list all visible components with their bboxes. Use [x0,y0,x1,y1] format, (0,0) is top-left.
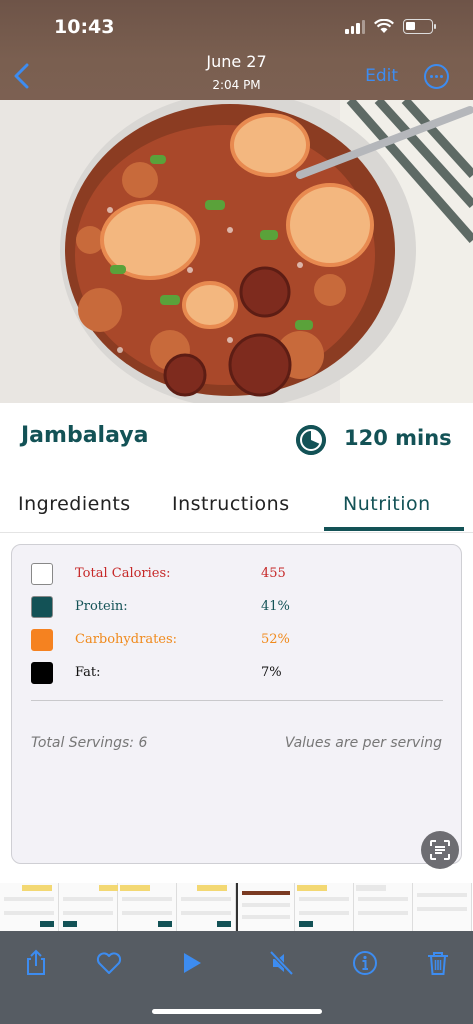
nutrition-card: Total Calories: 455 Protein: 41% Carbohy… [11,544,462,864]
timer-icon [296,425,326,455]
photo-time: 2:04 PM [212,78,261,92]
recipe-tabs: Ingredients Instructions Nutrition [0,475,473,533]
share-icon[interactable] [22,949,50,977]
jambalaya-photo [0,100,473,403]
cook-time: 120 mins [344,426,452,450]
photo-filmstrip[interactable] [0,883,473,931]
carbohydrates-value: 52% [261,632,290,647]
recipe-header: Jambalaya 120 mins [0,403,473,469]
carbohydrates-swatch [31,629,53,651]
thumbnail[interactable] [354,883,413,931]
play-icon[interactable] [178,949,206,977]
status-icons [345,19,436,34]
thumbnail[interactable] [413,883,472,931]
wifi-icon [374,19,394,33]
nutrition-row-calories: Total Calories: 455 [31,563,451,585]
calories-label: Total Calories: [75,566,171,581]
protein-label: Protein: [75,599,128,614]
nutrition-row-protein: Protein: 41% [31,596,451,618]
protein-value: 41% [261,599,290,614]
tab-instructions[interactable]: Instructions [172,493,290,515]
calories-value: 455 [261,566,286,581]
total-servings: Total Servings: 6 [31,735,148,751]
active-tab-indicator [324,527,464,531]
mute-icon[interactable] [268,949,296,977]
photo-header: 10:43 June 27 2:04 PM Edit [0,0,473,100]
per-serving-note: Values are per serving [284,735,442,751]
edit-button[interactable]: Edit [365,66,398,86]
thumbnail[interactable] [295,883,354,931]
thumbnail-current[interactable] [236,883,295,931]
nutrition-row-carbohydrates: Carbohydrates: 52% [31,629,451,651]
nutrition-row-fat: Fat: 7% [31,662,451,684]
fat-label: Fat: [75,665,101,680]
calories-swatch [31,563,53,585]
tab-nutrition[interactable]: Nutrition [343,493,431,515]
nutrition-divider [31,700,443,701]
thumbnail[interactable] [118,883,177,931]
status-time: 10:43 [54,16,115,38]
recipe-title: Jambalaya [21,423,149,448]
tab-ingredients[interactable]: Ingredients [18,493,131,515]
thumbnail[interactable] [0,883,59,931]
carbohydrates-label: Carbohydrates: [75,632,178,647]
cellular-signal-icon [345,19,365,34]
live-text-icon[interactable] [421,831,459,869]
home-indicator [152,1009,322,1014]
heart-icon[interactable] [95,949,123,977]
thumbnail[interactable] [59,883,129,931]
more-options-icon[interactable] [424,64,449,89]
fat-value: 7% [261,665,282,680]
photo-date: June 27 [206,52,267,71]
recipe-app: Jambalaya 120 mins Ingredients Instructi… [0,403,473,883]
thumbnail[interactable] [177,883,236,931]
battery-icon [403,19,436,34]
protein-swatch [31,596,53,618]
info-icon[interactable] [351,949,379,977]
fat-swatch [31,662,53,684]
trash-icon[interactable] [424,949,452,977]
